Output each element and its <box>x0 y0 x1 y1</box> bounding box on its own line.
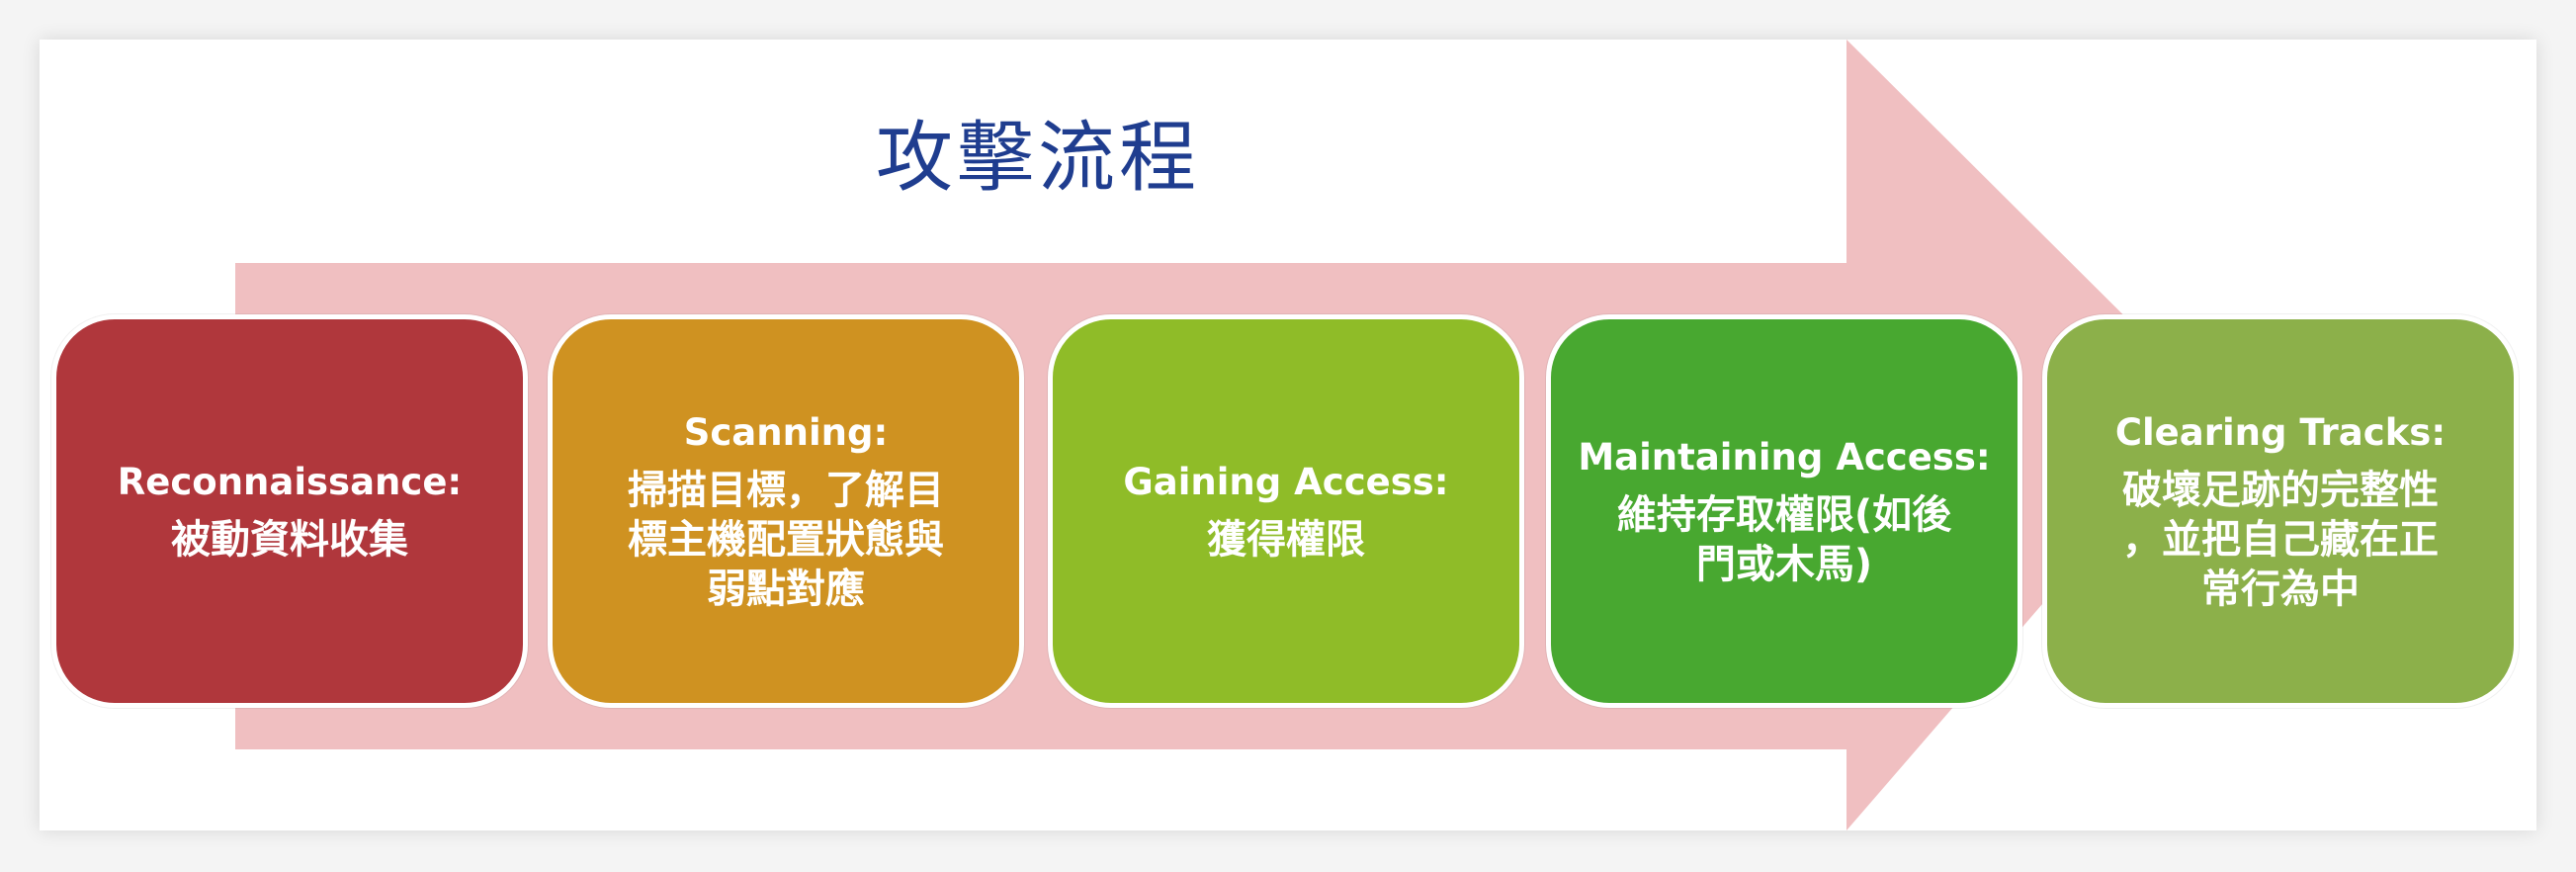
step-description: 掃描目標，了解目 標主機配置狀態與 弱點對應 <box>628 468 944 612</box>
step-description: 被動資料收集 <box>171 517 408 563</box>
step-description: 獲得權限 <box>1207 517 1365 563</box>
step-heading: Maintaining Access: <box>1578 436 1991 479</box>
diagram-title: 攻擊流程 <box>875 114 1200 203</box>
step-description: 維持存取權限(如後 門或木馬) <box>1616 492 1952 587</box>
step-heading: Reconnaissance: <box>117 461 463 503</box>
step-heading: Gaining Access: <box>1123 461 1449 503</box>
step-scanning: Scanning: 掃描目標，了解目 標主機配置狀態與 弱點對應 <box>548 314 1024 708</box>
slide: 攻擊流程 Reconnaissance: 被動資料收集 Scanning: 掃描… <box>40 40 2536 830</box>
step-maintaining-access: Maintaining Access: 維持存取權限(如後 門或木馬) <box>1546 314 2022 708</box>
step-gaining-access: Gaining Access: 獲得權限 <box>1048 314 1524 708</box>
step-heading: Scanning: <box>683 411 889 454</box>
step-heading: Clearing Tracks: <box>2114 411 2447 454</box>
step-clearing-tracks: Clearing Tracks: 破壞足跡的完整性 ，並把自己藏在正 常行為中 <box>2042 314 2519 708</box>
step-reconnaissance: Reconnaissance: 被動資料收集 <box>51 314 528 708</box>
step-description: 破壞足跡的完整性 ，並把自己藏在正 常行為中 <box>2122 468 2439 612</box>
